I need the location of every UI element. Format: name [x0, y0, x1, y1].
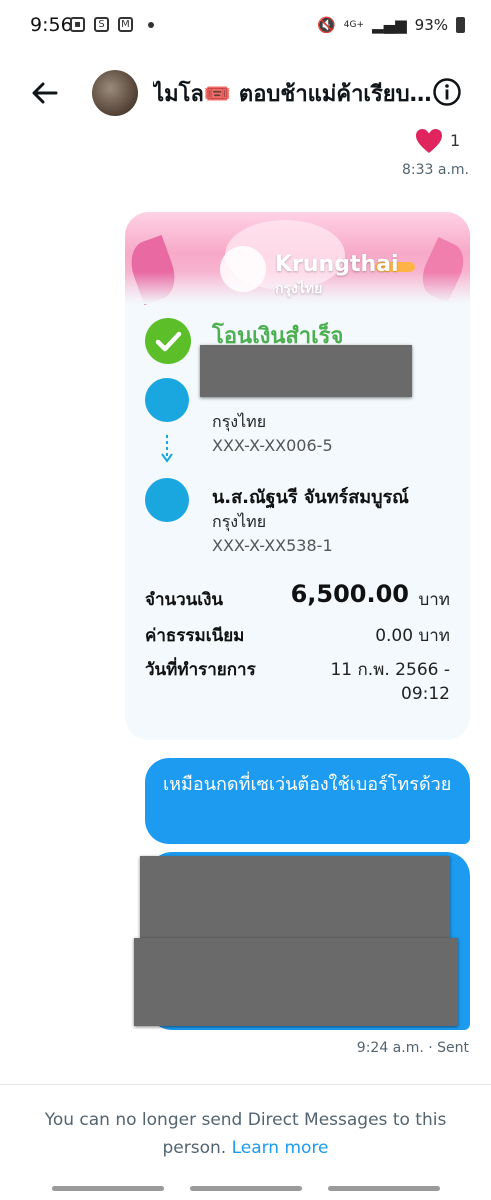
chat-title[interactable]: ไมโล🎟️ ตอบช้าแม่ค้าเรียบร้อย	[153, 76, 433, 111]
nav-back[interactable]	[328, 1186, 440, 1191]
recipient-bank: กรุงไทย	[212, 512, 267, 531]
recipient-account: XXX-X-XX538-1	[212, 536, 333, 555]
nav-home[interactable]	[190, 1186, 302, 1191]
recipient-bank-icon	[145, 478, 189, 522]
sent-timestamp: 9:24 a.m. · Sent	[356, 1040, 469, 1056]
back-arrow-icon[interactable]	[30, 78, 60, 108]
time-value: 09:12	[401, 684, 450, 704]
arrow-down-icon	[161, 435, 173, 463]
sender-bank-icon	[145, 378, 189, 422]
battery-percent: 93%	[414, 16, 448, 34]
currency: บาท	[418, 590, 450, 610]
more-notifications-icon	[148, 21, 154, 28]
status-time: 9:56	[30, 14, 73, 36]
sender-account: XXX-X-XX006-5	[212, 436, 333, 455]
image-icon: ▪	[70, 17, 85, 32]
avatar[interactable]	[92, 70, 138, 116]
mail-icon: M	[118, 17, 133, 32]
battery-icon	[456, 17, 465, 33]
divider	[0, 1084, 491, 1085]
bank-brand-thai: กรุงไทย	[275, 281, 323, 297]
fee-label: ค่าธรรมเนียม	[145, 626, 245, 646]
fee-value: 0.00 บาท	[375, 626, 450, 646]
message-timestamp: 8:33 a.m.	[401, 162, 469, 178]
success-check-icon	[145, 318, 191, 364]
learn-more-link[interactable]: Learn more	[232, 1138, 329, 1158]
shop-icon: S	[94, 17, 109, 32]
network-type: 4G+	[343, 19, 365, 30]
sender-bank: กรุงไทย	[212, 412, 267, 431]
sent-message-bubble[interactable]: เหมือนกดที่เซเว่นต้องใช้เบอร์โทรด้วย	[145, 758, 470, 844]
recipient-name: น.ส.ณัฐนรี จันทร์สมบูรณ์	[212, 487, 409, 508]
bank-brand: Krungthai	[275, 252, 399, 277]
redaction-block	[200, 345, 412, 397]
mute-icon: 🔇	[317, 16, 336, 34]
krungthai-logo-icon	[220, 246, 266, 292]
receipt-banner: Krungthai กรุงไทย	[125, 212, 470, 306]
info-icon[interactable]	[432, 77, 462, 107]
amount-label: จำนวนเงิน	[145, 590, 224, 610]
redaction-block	[134, 938, 458, 1026]
date-value: 11 ก.พ. 2566 -	[330, 660, 450, 680]
system-status: 🔇 4G+ ▂▄▆ 93%	[317, 16, 465, 34]
notification-icons: ▪ S M	[70, 17, 154, 32]
heart-reaction-icon[interactable]	[414, 126, 444, 156]
reaction-count: 1	[450, 131, 461, 150]
date-label: วันที่ทำรายการ	[145, 660, 256, 680]
nav-recents[interactable]	[52, 1186, 164, 1191]
signal-icon: ▂▄▆	[372, 16, 407, 34]
redaction-block	[140, 856, 450, 938]
dm-restriction-notice: You can no longer send Direct Messages t…	[0, 1106, 491, 1162]
amount-value: 6,500.00	[290, 580, 409, 608]
